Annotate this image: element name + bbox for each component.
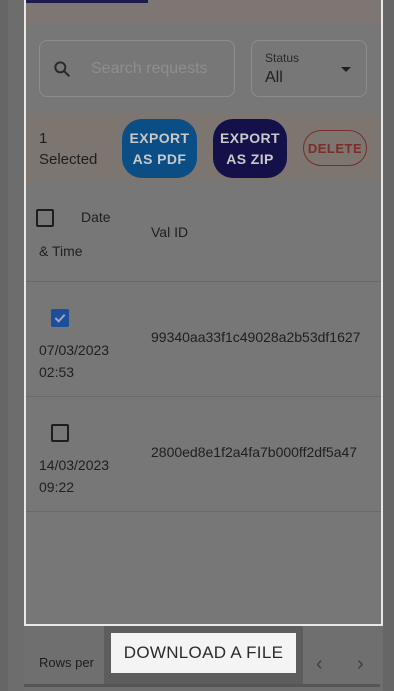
status-select-label: Status bbox=[265, 51, 300, 65]
right-rail bbox=[383, 0, 394, 691]
highlight-frame-right bbox=[381, 0, 383, 626]
caret-down-icon bbox=[341, 67, 351, 72]
table-row[interactable]: 14/03/2023 09:22 2800ed8e1f2a4fa7b000ff2… bbox=[24, 397, 382, 512]
active-tab-indicator bbox=[24, 0, 148, 3]
download-file-label: DOWNLOAD A FILE bbox=[111, 633, 296, 673]
export-zip-button[interactable]: EXPORT AS ZIP bbox=[213, 119, 287, 178]
date-header-line2: & Time bbox=[39, 243, 83, 259]
select-all-checkbox[interactable] bbox=[36, 209, 54, 227]
row-date-time: 14/03/2023 09:22 bbox=[39, 454, 109, 498]
selection-action-bar: 1 Selected EXPORT AS PDF EXPORT AS ZIP D… bbox=[24, 113, 382, 181]
delete-button-label: DELETE bbox=[307, 140, 363, 156]
export-pdf-button[interactable]: EXPORT AS PDF bbox=[122, 119, 197, 178]
scrollbar-track[interactable] bbox=[24, 684, 380, 687]
table-row[interactable]: 07/03/2023 02:53 99340aa33f1c49028a2b53d… bbox=[24, 282, 382, 397]
checkmark-icon bbox=[54, 313, 66, 323]
row-date: 07/03/2023 bbox=[39, 342, 110, 358]
left-rail bbox=[0, 0, 8, 691]
status-select-value: All bbox=[265, 69, 283, 86]
highlight-frame-left bbox=[24, 0, 26, 626]
tab-bar bbox=[24, 0, 382, 24]
page: Search requests Status All 1 Selected EX… bbox=[0, 0, 394, 691]
row-val-id: 99340aa33f1c49028a2b53df1627 bbox=[151, 329, 361, 345]
selected-count-number: 1 bbox=[39, 130, 48, 147]
date-header-line1: Date bbox=[81, 209, 111, 225]
row-date-time: 07/03/2023 02:53 bbox=[39, 339, 109, 383]
chevron-right-icon[interactable]: › bbox=[357, 653, 364, 676]
search-icon bbox=[54, 61, 70, 77]
row-time: 09:22 bbox=[39, 479, 75, 495]
table-header-row: Date & Time Val ID bbox=[24, 181, 382, 282]
row-time: 02:53 bbox=[39, 364, 75, 380]
val-id-header: Val ID bbox=[151, 224, 189, 240]
delete-button[interactable]: DELETE bbox=[303, 130, 367, 166]
export-zip-label-line1: EXPORT bbox=[220, 129, 280, 146]
export-pdf-label-line1: EXPORT bbox=[129, 129, 190, 146]
row-checkbox[interactable] bbox=[51, 424, 69, 442]
rows-per-page-label: Rows per bbox=[39, 655, 94, 670]
selected-count-label: Selected bbox=[39, 151, 98, 168]
status-select[interactable]: Status All bbox=[251, 40, 367, 97]
chevron-left-icon[interactable]: ‹ bbox=[316, 653, 323, 676]
row-checkbox-checked[interactable] bbox=[51, 309, 69, 327]
export-pdf-label-line2: AS PDF bbox=[132, 150, 187, 167]
download-file-button[interactable]: DOWNLOAD A FILE bbox=[104, 626, 303, 684]
row-date: 14/03/2023 bbox=[39, 457, 110, 473]
row-val-id: 2800ed8e1f2a4fa7b000ff2df5a47 bbox=[151, 444, 358, 460]
selected-count: 1 Selected bbox=[39, 128, 97, 170]
requests-panel: Search requests Status All 1 Selected EX… bbox=[24, 0, 382, 624]
search-input[interactable]: Search requests bbox=[39, 40, 235, 97]
export-zip-label-line2: AS ZIP bbox=[226, 150, 274, 167]
search-placeholder: Search requests bbox=[91, 60, 208, 77]
